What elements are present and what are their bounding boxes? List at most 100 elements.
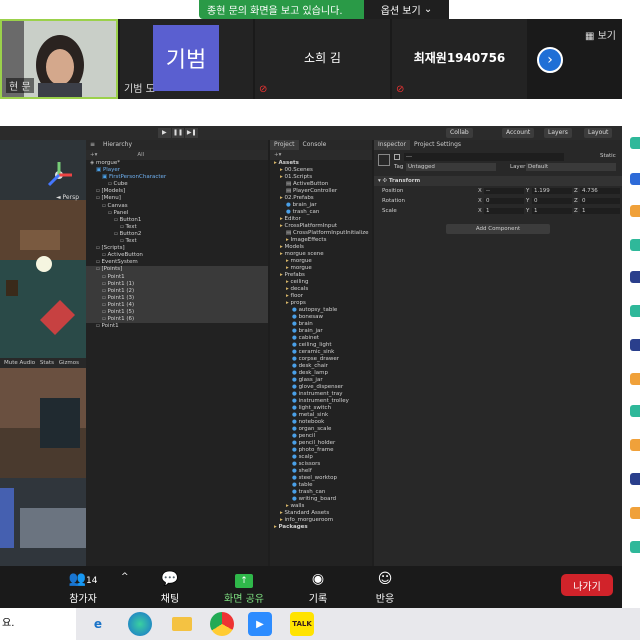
project-item[interactable]: ▸ 00.Scenes (270, 167, 372, 174)
tab-inspector[interactable]: Inspector (374, 140, 410, 150)
hierarchy-item[interactable]: ▫ Panel (86, 210, 268, 217)
next-page-button[interactable]: › (537, 47, 563, 73)
name-field[interactable]: --- (404, 153, 564, 161)
project-item[interactable]: ● brain_jar (270, 328, 372, 335)
project-item[interactable]: ● photo_frame (270, 447, 372, 454)
hierarchy-tab[interactable]: ≡ Hierarchy (86, 140, 268, 150)
project-item[interactable]: ● notebook (270, 419, 372, 426)
hierarchy-item[interactable]: ▣ FirstPersonCharacter (86, 174, 268, 181)
account-button[interactable]: Account (502, 128, 535, 138)
active-checkbox[interactable] (394, 154, 400, 160)
scale-z-field[interactable]: 1 (580, 208, 620, 214)
position-x-field[interactable]: -- (484, 188, 524, 194)
stats-toggle[interactable]: Stats (37, 360, 54, 366)
project-item[interactable]: ● desk_chair (270, 363, 372, 370)
project-item[interactable]: ▸ Assets (270, 160, 372, 167)
project-item[interactable]: ● metal_sink (270, 412, 372, 419)
layout-button[interactable]: Layout (584, 128, 613, 138)
project-item[interactable]: ▸ ceiling (270, 279, 372, 286)
static-toggle[interactable]: Static (600, 153, 616, 159)
project-item[interactable]: ● ceramic_sink (270, 349, 372, 356)
project-item[interactable]: ▸ Editor (270, 216, 372, 223)
tag-dropdown[interactable]: Untagged (406, 163, 496, 171)
layer-dropdown[interactable]: Default (526, 163, 616, 171)
record-button[interactable]: ◉ 기록 (288, 566, 348, 608)
pause-button[interactable]: ❚❚ (171, 128, 185, 138)
file-explorer-icon[interactable] (170, 612, 194, 636)
hierarchy-item[interactable]: ▫ Button2 (86, 231, 268, 238)
gallery-view-button[interactable]: ▦ 보기 (585, 27, 616, 42)
project-item[interactable]: ● corpse_drawer (270, 356, 372, 363)
project-item[interactable]: ● scissors (270, 461, 372, 468)
project-item[interactable]: ▸ walls (270, 503, 372, 510)
project-item[interactable]: ● desk_lamp (270, 370, 372, 377)
project-item[interactable]: ● trash_can (270, 209, 372, 216)
hierarchy-item[interactable]: ▫ Point1 (5) (86, 308, 268, 317)
project-item[interactable]: ▸ floor (270, 293, 372, 300)
hierarchy-item[interactable]: ▣ Player (86, 167, 268, 174)
project-item[interactable]: ● instrument_tray (270, 391, 372, 398)
project-item[interactable]: ● shelf (270, 468, 372, 475)
participants-button[interactable]: 👥14 참가자 (53, 566, 113, 608)
hierarchy-item[interactable]: ▫ Point1 (6) (86, 316, 268, 324)
play-button[interactable]: ▶ (158, 128, 171, 138)
position-z-field[interactable]: 4.736 (580, 188, 620, 194)
project-item[interactable]: ● instrument_trolley (270, 398, 372, 405)
project-item[interactable]: ● brain_jar (270, 202, 372, 209)
video-tile[interactable]: 현 문 (0, 19, 118, 99)
project-item[interactable]: ● ceiling_light (270, 342, 372, 349)
rotation-y-field[interactable]: 0 (532, 198, 572, 204)
project-item[interactable]: ▸ morgue scene (270, 251, 372, 258)
hierarchy-item[interactable]: ▫ Button1 (86, 217, 268, 224)
project-item[interactable]: ▸ decals (270, 286, 372, 293)
hierarchy-item[interactable]: ▫ Point1 (4) (86, 301, 268, 309)
hierarchy-item[interactable]: ▫ ActiveButton (86, 252, 268, 259)
step-button[interactable]: ▶❚ (185, 128, 199, 138)
project-item[interactable]: ▸ ImageEffects (270, 237, 372, 244)
project-item[interactable]: ▤ CrossPlatformInputInitialize (270, 230, 372, 237)
hierarchy-item[interactable]: ▫ Point1 (86, 323, 268, 330)
project-item[interactable]: ● cabinet (270, 335, 372, 342)
project-item[interactable]: ▤ ActiveButton (270, 181, 372, 188)
hierarchy-search[interactable]: +▾ All (86, 150, 268, 160)
reactions-button[interactable]: ☺ 반응 (355, 566, 415, 608)
hierarchy-item[interactable]: ▫ EventSystem (86, 259, 268, 266)
scene-view[interactable]: ◄ Persp (0, 140, 86, 358)
video-tile[interactable]: 기범 기범 도 (120, 19, 253, 99)
hierarchy-item[interactable]: ◈ morgue* (86, 160, 268, 167)
project-item[interactable]: ● pencil_holder (270, 440, 372, 447)
mute-audio-toggle[interactable]: Mute Audio (0, 360, 35, 366)
hierarchy-item[interactable]: ▫ Text (86, 238, 268, 245)
video-tile[interactable]: 소희 김 ⊘ (255, 19, 390, 99)
project-item[interactable]: ▸ morgue (270, 258, 372, 265)
tab-console[interactable]: Console (299, 140, 331, 150)
project-item[interactable]: ● steel_worktop (270, 475, 372, 482)
leave-meeting-button[interactable]: 나가기 (561, 574, 613, 596)
view-options-button[interactable]: 옵션 보기 ⌄ (364, 0, 449, 19)
rotation-z-field[interactable]: 0 (580, 198, 620, 204)
position-y-field[interactable]: 1.199 (532, 188, 572, 194)
scene-gizmo[interactable] (44, 160, 74, 190)
project-item[interactable]: ● bonesaw (270, 314, 372, 321)
video-tile[interactable]: 최재원1940756 ⊘ (392, 19, 527, 99)
ie-icon[interactable]: e (86, 612, 110, 636)
project-item[interactable]: ▸ CrossPlatformInput (270, 223, 372, 230)
scale-x-field[interactable]: 1 (484, 208, 524, 214)
scale-y-field[interactable]: 1 (532, 208, 572, 214)
project-item[interactable]: ▸ info_morgueroom (270, 517, 372, 524)
project-item[interactable]: ● brain (270, 321, 372, 328)
taskbar-search[interactable]: 요. (0, 608, 76, 640)
project-item[interactable]: ▸ morgue (270, 265, 372, 272)
project-item[interactable]: ▸ props (270, 300, 372, 307)
add-component-button[interactable]: Add Component (446, 224, 550, 234)
kakaotalk-icon[interactable]: TALK (290, 612, 314, 636)
edge-icon[interactable] (128, 612, 152, 636)
rotation-x-field[interactable]: 0 (484, 198, 524, 204)
project-item[interactable]: ● glove_dispenser (270, 384, 372, 391)
hierarchy-item[interactable]: ▫ Text (86, 224, 268, 231)
project-item[interactable]: ● glass_jar (270, 377, 372, 384)
hierarchy-item[interactable]: ▫ Cube (86, 181, 268, 188)
project-item[interactable]: ▸ Models (270, 244, 372, 251)
chrome-icon[interactable] (210, 612, 234, 636)
project-item[interactable]: ● autopsy_table (270, 307, 372, 314)
